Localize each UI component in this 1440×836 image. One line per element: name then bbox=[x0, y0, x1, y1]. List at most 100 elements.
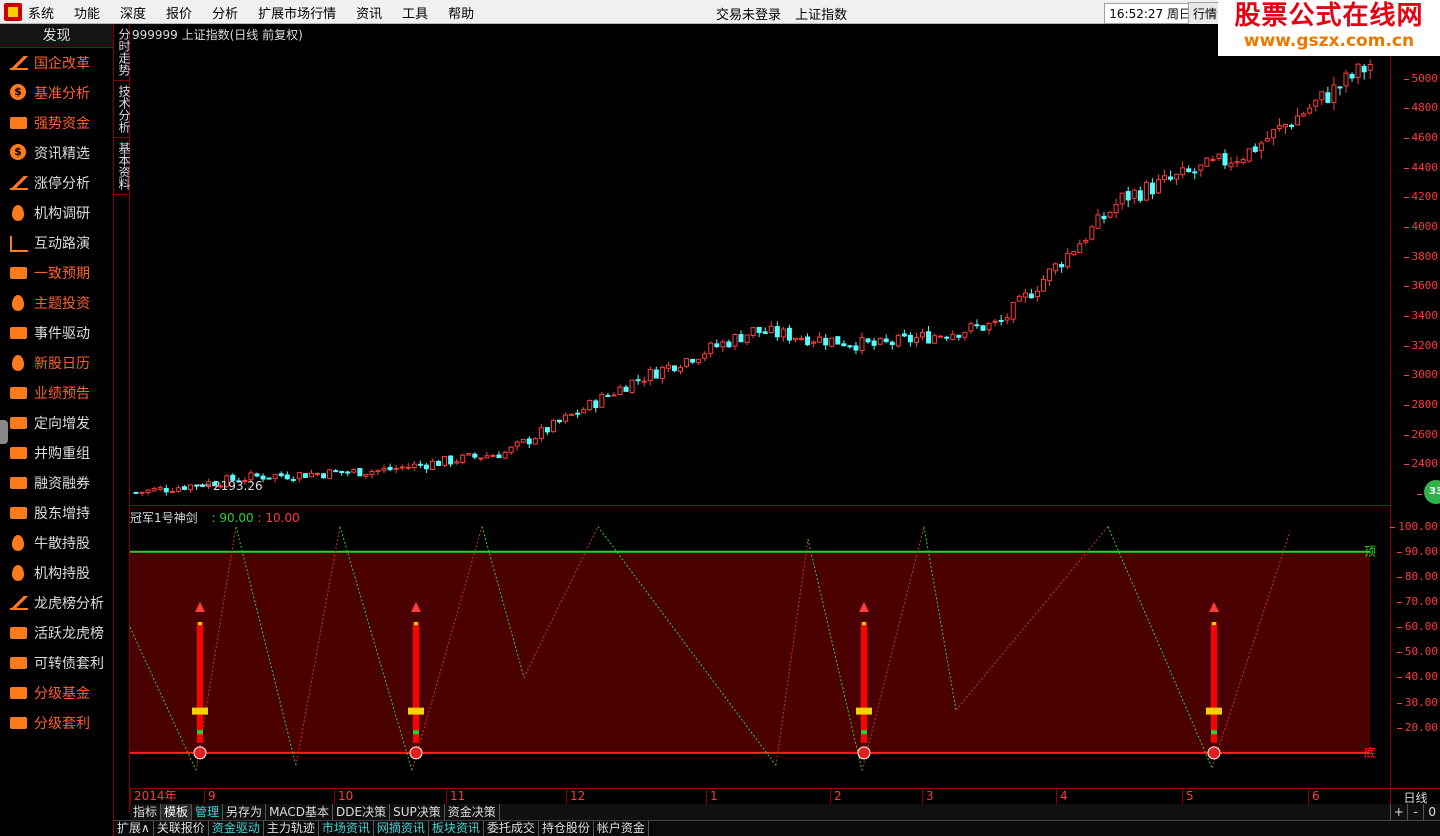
candle-body bbox=[1034, 290, 1040, 298]
candle-body bbox=[139, 491, 145, 494]
date-tick: 4 bbox=[1056, 789, 1068, 805]
candle-body bbox=[920, 332, 925, 338]
bottom-tab-9[interactable]: 帐户资金 bbox=[594, 821, 649, 836]
signal-cap bbox=[198, 622, 202, 626]
candle-body bbox=[1192, 171, 1198, 174]
sidebar-item[interactable]: 资讯精选 bbox=[0, 138, 113, 168]
bottom-tab-8[interactable]: 持仓股份 bbox=[539, 821, 594, 836]
sidebar-item[interactable]: 强势资金 bbox=[0, 108, 113, 138]
bottom-tab-6[interactable]: 板块资讯 bbox=[429, 821, 484, 836]
indicator-title: 冠军1号神剑 : 90.00 : 10.00 bbox=[130, 509, 300, 526]
candle-body bbox=[877, 337, 883, 345]
menu-system[interactable]: 系统 bbox=[28, 3, 54, 22]
sidebar-item[interactable]: 涨停分析 bbox=[0, 168, 113, 198]
sidebar-item-label: 股东增持 bbox=[34, 506, 90, 522]
bottom-tab-2[interactable]: 资金驱动 bbox=[209, 821, 264, 836]
bottom-tab-1[interactable]: 关联报价 bbox=[154, 821, 209, 836]
sidebar-item[interactable]: 分级基金 bbox=[0, 678, 113, 708]
candle-body bbox=[508, 446, 514, 453]
sidebar-item[interactable]: 分级套利 bbox=[0, 708, 113, 738]
candle-body bbox=[1180, 167, 1186, 176]
tab-fundamental[interactable]: 基本资料 bbox=[114, 138, 131, 195]
candle-body bbox=[635, 379, 641, 382]
wallet-icon bbox=[8, 384, 30, 402]
candle-body bbox=[557, 419, 562, 423]
date-tick: 10 bbox=[334, 789, 353, 805]
indicator-tab-7[interactable]: 资金决策 bbox=[445, 804, 500, 820]
indicator-tab-3[interactable]: 另存为 bbox=[223, 804, 267, 820]
hand-money-icon bbox=[8, 474, 30, 492]
sidebar-item[interactable]: 事件驱动 bbox=[0, 318, 113, 348]
sidebar-item[interactable]: 融资融券 bbox=[0, 468, 113, 498]
sidebar-item[interactable]: 机构调研 bbox=[0, 198, 113, 228]
bottom-tab-7[interactable]: 委托成交 bbox=[484, 821, 539, 836]
signal-block bbox=[856, 707, 872, 715]
indicator-axis: 100.00 90.00 80.00 70.00 60.00 50.00 40.00 30.0… bbox=[1390, 506, 1440, 788]
sidebar-item[interactable]: 互动路演 bbox=[0, 228, 113, 258]
sidebar-item[interactable]: 股东增持 bbox=[0, 498, 113, 528]
sidebar-item[interactable]: 并购重组 bbox=[0, 438, 113, 468]
indicator-panel[interactable]: 顶底 冠军1号神剑 : 90.00 : 10.00 bbox=[130, 506, 1390, 788]
indicator-tab-2[interactable]: 管理 bbox=[192, 804, 224, 820]
indicator-tab-6[interactable]: SUP决策 bbox=[390, 804, 445, 820]
candle-body bbox=[1246, 148, 1252, 162]
sidebar-item[interactable]: 定向增发 bbox=[0, 408, 113, 438]
hangqing-button[interactable]: 行情 bbox=[1187, 2, 1222, 25]
dollar-coin-icon bbox=[8, 144, 30, 162]
tab-technical[interactable]: 技术分析 bbox=[114, 81, 131, 138]
candle-body bbox=[436, 460, 441, 466]
sidebar-item[interactable]: 可转债套利 bbox=[0, 648, 113, 678]
candle-body bbox=[1222, 153, 1228, 166]
indicator-tab-4[interactable]: MACD基本 bbox=[266, 804, 334, 820]
menu-tools[interactable]: 工具 bbox=[402, 3, 428, 22]
sidebar-collapse-handle[interactable] bbox=[0, 420, 8, 444]
candle-body bbox=[1276, 125, 1282, 130]
bottom-tab-0[interactable]: 扩展∧ bbox=[114, 821, 154, 836]
sidebar-item[interactable]: 一致预期 bbox=[0, 258, 113, 288]
candle-body bbox=[1331, 84, 1337, 103]
indicator-tick: 50.00 bbox=[1396, 645, 1438, 659]
sidebar-item[interactable]: 活跃龙虎榜 bbox=[0, 618, 113, 648]
zoom-out-button[interactable]: - bbox=[1406, 804, 1424, 820]
signal-cap bbox=[414, 622, 418, 626]
candle-body bbox=[968, 323, 974, 332]
tab-intraday[interactable]: 分时走势 bbox=[114, 24, 131, 81]
indicator-tab-5[interactable]: DDE决策 bbox=[333, 804, 391, 820]
bottom-tab-4[interactable]: 市场资讯 bbox=[319, 821, 374, 836]
menu-quote[interactable]: 报价 bbox=[166, 3, 192, 22]
sidebar-item[interactable]: 机构持股 bbox=[0, 558, 113, 588]
indicator-tick: 70.00 bbox=[1396, 595, 1438, 608]
zoom-reset-button[interactable]: 0 bbox=[1423, 804, 1440, 820]
sidebar-item[interactable]: 新股日历 bbox=[0, 348, 113, 378]
menu-depth[interactable]: 深度 bbox=[120, 3, 146, 22]
sidebar-item[interactable]: 基准分析 bbox=[0, 78, 113, 108]
indicator-tab-0[interactable]: 指标 bbox=[130, 804, 162, 820]
candle-body bbox=[1071, 251, 1077, 256]
bottom-tab-5[interactable]: 网摘资讯 bbox=[374, 821, 429, 836]
sidebar-item[interactable]: 主题投资 bbox=[0, 288, 113, 318]
candle-body bbox=[1028, 293, 1034, 299]
wallet-icon bbox=[8, 654, 30, 672]
menu-function[interactable]: 功能 bbox=[74, 3, 100, 22]
sidebar-item[interactable]: 牛散持股 bbox=[0, 528, 113, 558]
period-label[interactable]: 日线 bbox=[1390, 788, 1440, 805]
candle-body bbox=[671, 365, 677, 372]
sidebar-item[interactable]: 国企改革 bbox=[0, 48, 113, 78]
menu-analysis[interactable]: 分析 bbox=[212, 3, 238, 22]
app-logo-icon bbox=[4, 3, 22, 21]
menu-news[interactable]: 资讯 bbox=[356, 3, 382, 22]
sidebar-item[interactable]: 龙虎榜分析 bbox=[0, 588, 113, 618]
menu-extended-market[interactable]: 扩展市场行情 bbox=[258, 3, 336, 22]
candle-body bbox=[448, 455, 454, 465]
sidebar-item[interactable]: 业绩预告 bbox=[0, 378, 113, 408]
zoom-in-button[interactable]: + bbox=[1390, 804, 1407, 820]
candle-body bbox=[1174, 173, 1180, 180]
kline-chart[interactable]: 2193.26 999999 上证指数(日线 前复权) bbox=[130, 24, 1390, 506]
candle-body bbox=[526, 438, 532, 445]
bottom-tab-3[interactable]: 主力轨迹 bbox=[264, 821, 319, 836]
kline-svg: 2193.26 bbox=[133, 59, 1373, 497]
login-status[interactable]: 交易未登录 bbox=[716, 8, 781, 23]
price-tick: 4600 bbox=[1403, 131, 1438, 145]
menu-help[interactable]: 帮助 bbox=[448, 3, 474, 22]
indicator-tab-1[interactable]: 模板 bbox=[161, 804, 193, 820]
